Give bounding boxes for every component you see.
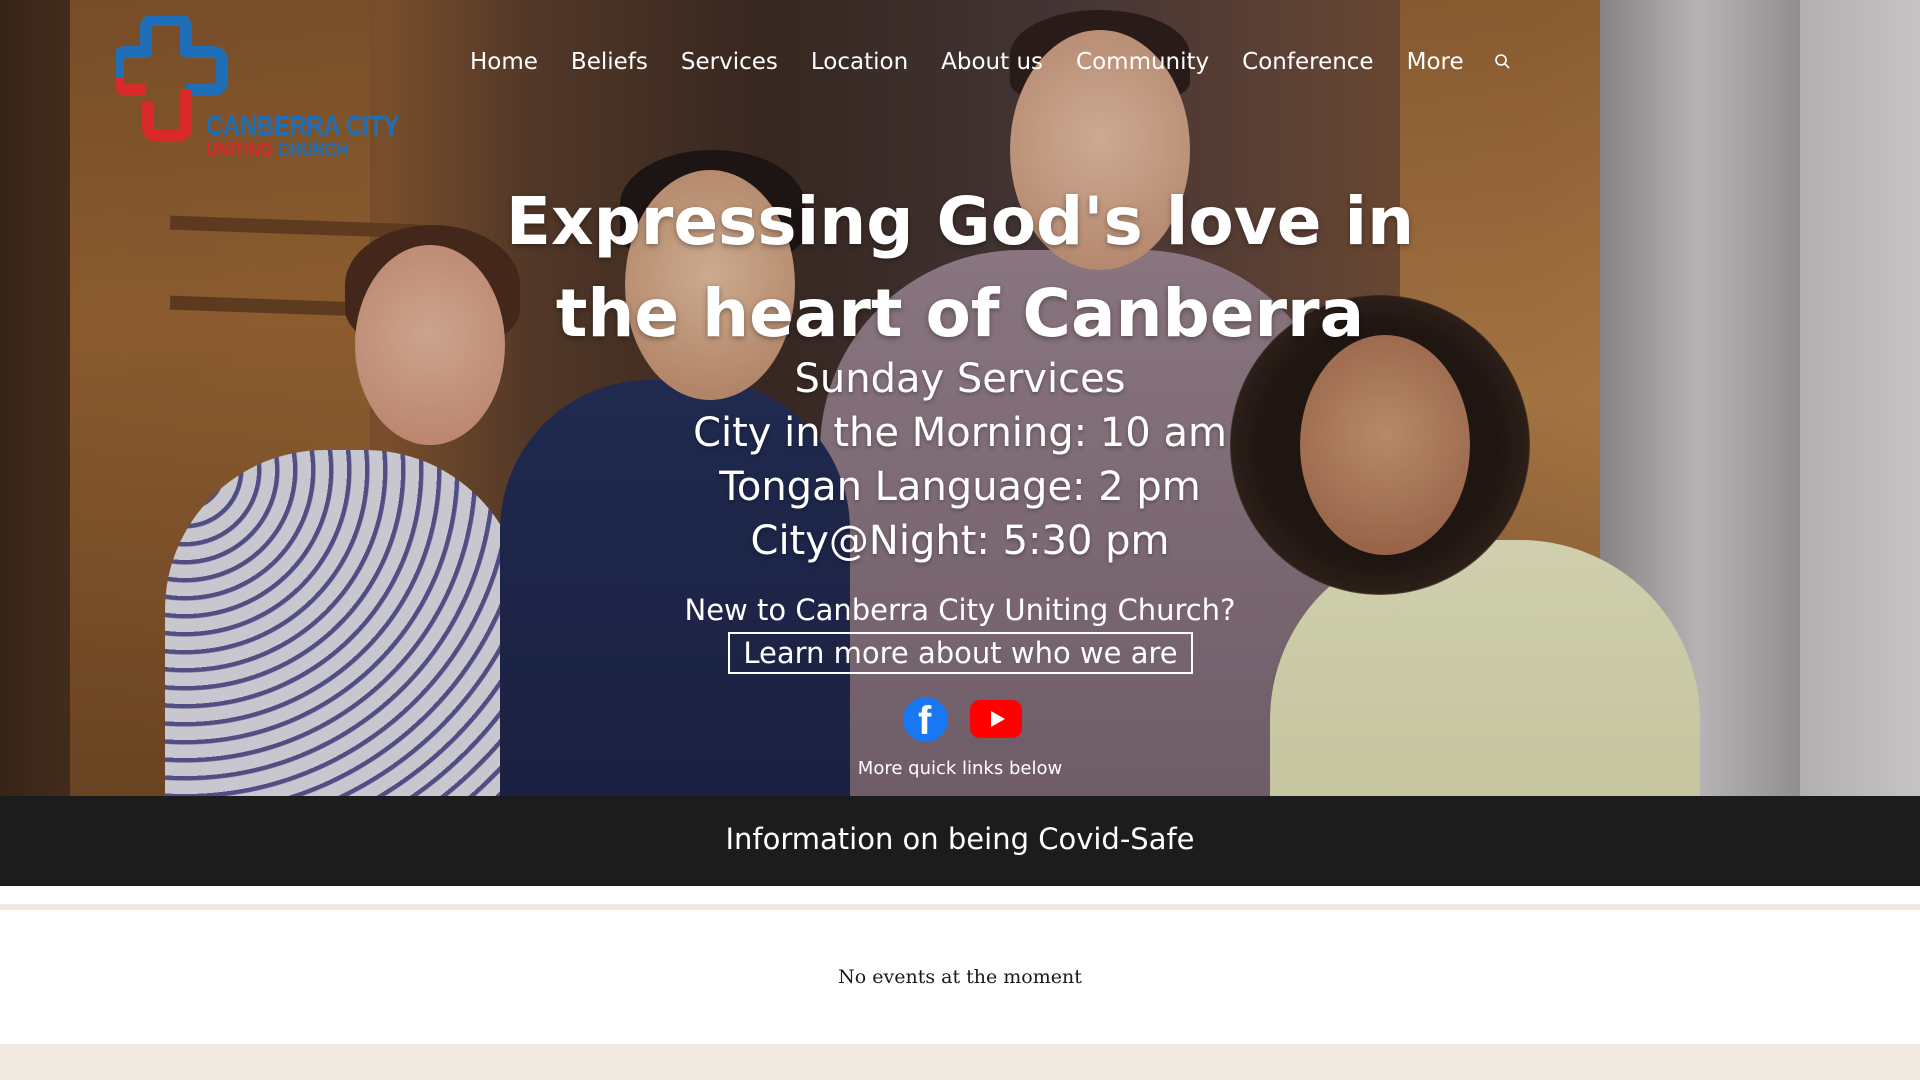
logo-text-church: CHURCH: [277, 140, 349, 161]
service-line: City in the Morning: 10 am: [693, 410, 1227, 456]
main-nav: Home Beliefs Services Location About us …: [470, 44, 1513, 80]
nav-item-location[interactable]: Location: [811, 49, 908, 75]
section-divider: [0, 886, 1920, 904]
new-to-church-text: New to Canberra City Uniting Church?: [684, 593, 1236, 627]
nav-item-more[interactable]: More: [1407, 49, 1464, 75]
logo-text-line-2: UNITING CHURCH: [206, 140, 349, 162]
footer-band: [0, 1044, 1920, 1080]
service-line: Tongan Language: 2 pm: [719, 464, 1201, 510]
nav-item-conference[interactable]: Conference: [1242, 49, 1373, 75]
nav-item-home[interactable]: Home: [470, 49, 538, 75]
logo-text-line-1: CANBERRA CITY: [206, 110, 399, 141]
logo-text-uniting: UNITING: [206, 140, 274, 161]
quick-links-hint: More quick links below: [857, 758, 1063, 779]
service-line: City@Night: 5:30 pm: [750, 518, 1170, 564]
covid-info-link[interactable]: Information on being Covid-Safe: [560, 822, 1360, 856]
facebook-icon[interactable]: f: [903, 697, 948, 743]
nav-item-community[interactable]: Community: [1076, 49, 1209, 75]
youtube-icon[interactable]: [970, 700, 1022, 738]
learn-more-button[interactable]: Learn more about who we are: [728, 632, 1193, 674]
search-icon[interactable]: [1493, 52, 1513, 72]
site-logo[interactable]: CANBERRA CITY UNITING CHURCH: [112, 14, 399, 166]
events-empty-message: No events at the moment: [838, 966, 1082, 988]
hero-headline: Expressing God's love in the heart of Ca…: [505, 183, 1415, 352]
nav-item-services[interactable]: Services: [681, 49, 778, 75]
nav-item-about-us[interactable]: About us: [941, 49, 1043, 75]
services-title: Sunday Services: [794, 356, 1126, 402]
sunday-services: Sunday Services City in the Morning: 10 …: [560, 352, 1360, 568]
nav-item-beliefs[interactable]: Beliefs: [571, 49, 648, 75]
